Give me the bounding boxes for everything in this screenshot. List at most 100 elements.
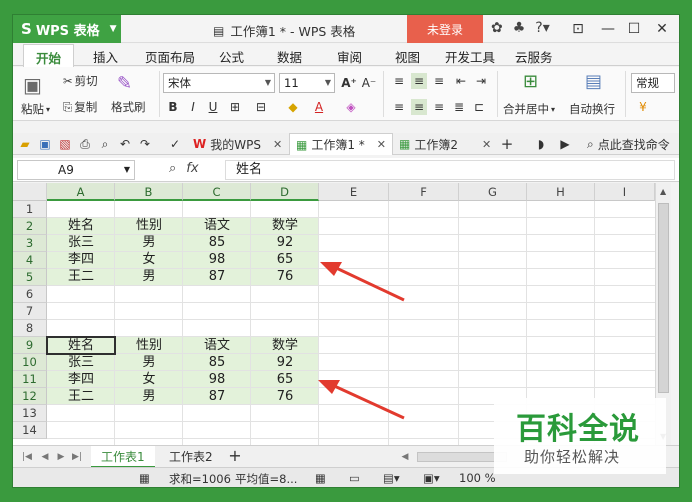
table-cell[interactable]: 女 (115, 372, 183, 388)
table-cell[interactable]: 85 (183, 235, 251, 251)
table-cell[interactable]: 87 (183, 389, 251, 405)
decrease-font-icon[interactable]: A⁻ (361, 75, 377, 91)
customize-qat-icon[interactable]: ✓ (167, 136, 183, 152)
table-cell[interactable]: 张三 (47, 235, 115, 251)
tab-data[interactable]: 数据 (277, 47, 302, 66)
format-painter-button[interactable]: 格式刷 (111, 99, 146, 115)
align-bottom-icon[interactable]: ≡ (431, 73, 447, 89)
prev-sheet-icon[interactable]: ◀ (37, 449, 53, 465)
table-cell[interactable]: 王二 (47, 389, 115, 405)
table-header-cell[interactable]: 数学 (251, 338, 319, 354)
justify-icon[interactable]: ≣ (451, 99, 467, 115)
pdf-export-icon[interactable]: ▧ (57, 136, 73, 152)
tab-insert[interactable]: 插入 (93, 47, 118, 66)
help-button[interactable]: ?▾ (535, 20, 549, 36)
select-all-corner[interactable] (13, 183, 47, 201)
scroll-up-icon[interactable]: ▲ (660, 187, 666, 196)
merge-icon[interactable]: ⊞ (523, 71, 538, 92)
print-preview-icon[interactable]: ⌕ (97, 136, 113, 152)
table-cell[interactable]: 李四 (47, 372, 115, 388)
table-cell[interactable]: 92 (251, 355, 319, 371)
close-button[interactable]: ✕ (647, 15, 677, 43)
column-header-e[interactable]: E (319, 183, 389, 201)
app-menu-button[interactable]: S WPS 表格 ▼ (13, 15, 121, 43)
row-header[interactable]: 11 (13, 371, 47, 388)
increase-font-icon[interactable]: A⁺ (341, 75, 357, 91)
column-header-f[interactable]: F (389, 183, 459, 201)
paste-icon[interactable]: ▣ (23, 73, 42, 97)
column-header-g[interactable]: G (459, 183, 527, 201)
print-icon[interactable]: ⎙ (77, 136, 93, 152)
table-header-cell[interactable]: 姓名 (47, 338, 115, 354)
page-break-view-icon[interactable]: ▤▾ (383, 471, 400, 485)
column-header-h[interactable]: H (527, 183, 595, 201)
skin-icon[interactable]: ✿ (491, 20, 503, 36)
new-tab-icon[interactable]: + (499, 136, 515, 152)
increase-indent-icon[interactable]: ⇥ (473, 73, 489, 89)
reading-mode-icon[interactable]: ▣▾ (423, 471, 440, 485)
row-header[interactable]: 12 (13, 388, 47, 405)
table-cell[interactable]: 男 (115, 235, 183, 251)
close-icon[interactable]: ✕ (273, 138, 282, 151)
align-center-icon[interactable]: ≡ (411, 99, 427, 115)
table-cell[interactable]: 男 (115, 389, 183, 405)
decrease-indent-icon[interactable]: ⇤ (453, 73, 469, 89)
table-cell[interactable]: 王二 (47, 269, 115, 285)
table-cell[interactable]: 65 (251, 252, 319, 268)
close-icon[interactable]: ✕ (377, 138, 386, 151)
column-header-d[interactable]: D (251, 183, 319, 201)
tab-nav-icon[interactable]: ▶ (557, 136, 573, 152)
maximize-button[interactable]: ☐ (619, 15, 649, 43)
merge-center-button[interactable]: 合并居中 ▾ (503, 101, 555, 117)
insert-function-icon[interactable]: fx (186, 161, 198, 176)
row-header[interactable]: 14 (13, 422, 47, 439)
table-header-cell[interactable]: 姓名 (47, 218, 115, 234)
doc-tab-my-wps[interactable]: W 我的WPS ✕ (187, 133, 288, 155)
cell-style-icon[interactable]: ⊟ (253, 99, 269, 115)
table-cell[interactable]: 男 (115, 269, 183, 285)
undo-icon[interactable]: ↶ (117, 136, 133, 152)
doc-tab-workbook2[interactable]: ▦ 工作簿2 ✕ (393, 133, 497, 155)
zoom-level[interactable]: 100 % (459, 471, 496, 485)
table-cell[interactable]: 男 (115, 355, 183, 371)
distributed-icon[interactable]: ⊏ (471, 99, 487, 115)
tab-developer[interactable]: 开发工具 (445, 47, 495, 66)
bold-icon[interactable]: B (165, 99, 181, 115)
font-size-select[interactable]: 11 ▼ (279, 73, 335, 93)
table-header-cell[interactable]: 性别 (115, 338, 183, 354)
redo-icon[interactable]: ↷ (137, 136, 153, 152)
wrap-icon[interactable]: ▤ (585, 71, 602, 92)
open-folder-icon[interactable]: ▰ (17, 136, 33, 152)
table-header-cell[interactable]: 语文 (183, 338, 251, 354)
tab-formulas[interactable]: 公式 (219, 47, 244, 66)
borders-icon[interactable]: ⊞ (227, 99, 243, 115)
tab-page-layout[interactable]: 页面布局 (145, 47, 195, 66)
row-header[interactable]: 6 (13, 286, 47, 303)
column-header-a[interactable]: A (47, 183, 115, 201)
add-sheet-icon[interactable]: + (227, 448, 243, 464)
row-header[interactable]: 10 (13, 354, 47, 371)
row-header[interactable]: 4 (13, 252, 47, 269)
font-name-select[interactable]: 宋体 ▼ (163, 73, 275, 93)
restore-ribbon-icon[interactable]: ⊡ (563, 15, 593, 43)
row-header[interactable]: 8 (13, 320, 47, 337)
scroll-left-icon[interactable]: ◀ (397, 449, 413, 465)
row-header[interactable]: 2 (13, 218, 47, 235)
close-icon[interactable]: ✕ (482, 138, 491, 151)
align-middle-icon[interactable]: ≡ (411, 73, 427, 89)
table-cell[interactable]: 92 (251, 235, 319, 251)
next-sheet-icon[interactable]: ▶ (53, 449, 69, 465)
brush-icon[interactable]: ✎ (117, 73, 132, 94)
table-cell[interactable]: 张三 (47, 355, 115, 371)
tab-view[interactable]: 视图 (395, 47, 420, 66)
align-left-icon[interactable]: ≡ (391, 99, 407, 115)
column-header-c[interactable]: C (183, 183, 251, 201)
italic-icon[interactable]: I (185, 99, 201, 115)
table-cell[interactable]: 李四 (47, 252, 115, 268)
first-sheet-icon[interactable]: |◀ (19, 449, 35, 465)
copy-button[interactable]: ⎘ 复制 (63, 99, 97, 115)
login-button[interactable]: 未登录 (407, 15, 483, 43)
table-header-cell[interactable]: 语文 (183, 218, 251, 234)
table-cell[interactable]: 87 (183, 269, 251, 285)
table-cell[interactable]: 65 (251, 372, 319, 388)
